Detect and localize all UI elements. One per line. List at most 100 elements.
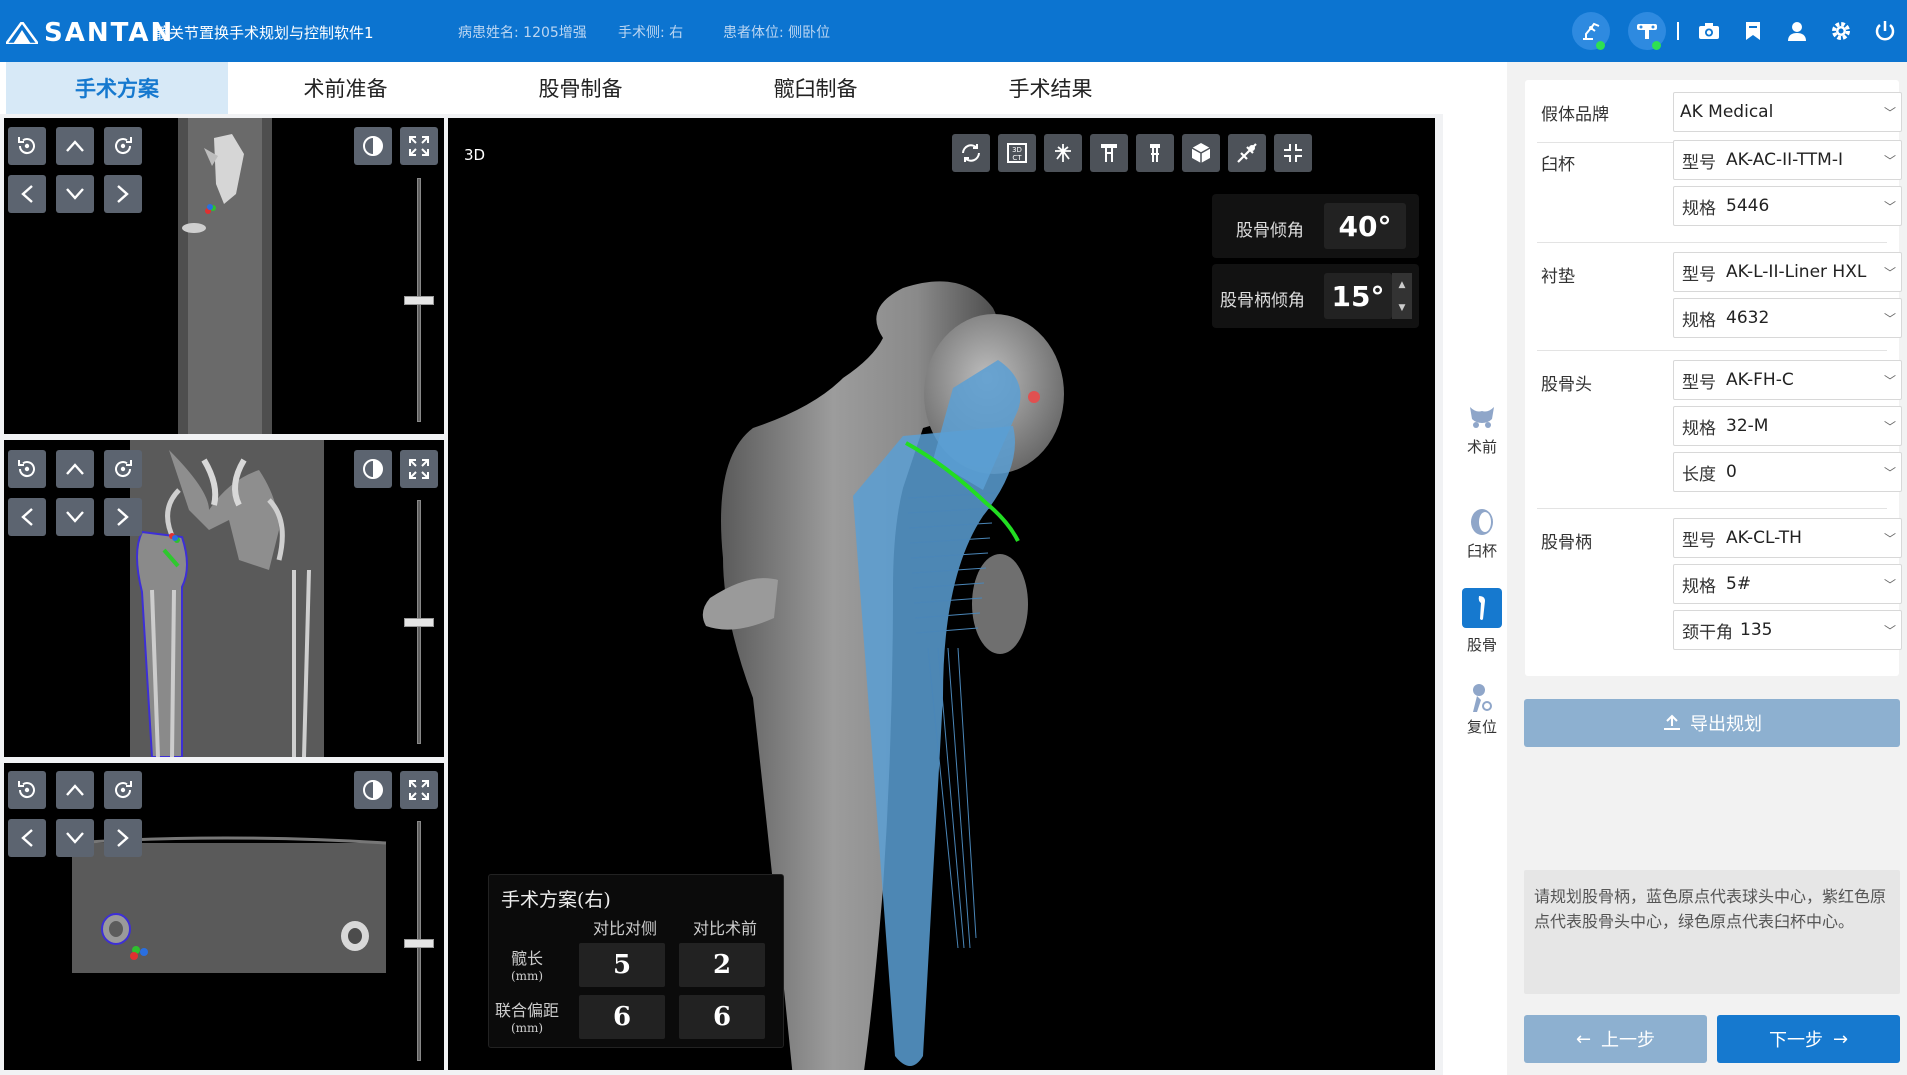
chevron-down-icon: ﹀: [1883, 419, 1896, 434]
sidebar-label-reduction: 复位: [1466, 718, 1497, 736]
rotate-right-icon[interactable]: [104, 771, 142, 809]
stem-tilt-stepper[interactable]: ▲ ▼: [1392, 273, 1412, 319]
implant-toggle-icon[interactable]: [1228, 134, 1266, 172]
svg-text:CT: CT: [1012, 154, 1022, 162]
maximize-icon[interactable]: [400, 771, 438, 809]
slice-slider-thumb[interactable]: [404, 618, 434, 627]
brand-logo: SANTAN: [6, 18, 174, 48]
power-icon[interactable]: [1863, 0, 1907, 62]
bookmark-icon[interactable]: [1731, 0, 1775, 62]
tab-surgical-plan[interactable]: 手术方案: [6, 62, 228, 114]
stem-model-select[interactable]: 型号 AK-CL-TH ﹀: [1673, 518, 1902, 558]
sidebar-item-preop[interactable]: 术前: [1457, 400, 1507, 457]
tab-surgery-result[interactable]: 手术结果: [933, 62, 1168, 114]
move-up-icon[interactable]: [56, 127, 94, 165]
3d-ct-icon[interactable]: 3D CT: [998, 134, 1036, 172]
lateral-view-icon[interactable]: [1136, 134, 1174, 172]
brand-select[interactable]: AK Medical ﹀: [1673, 92, 1902, 132]
chevron-down-icon: ﹀: [1883, 623, 1896, 638]
tab-preop-prep[interactable]: 术前准备: [228, 62, 463, 114]
tab-acetabulum-prep[interactable]: 髋臼制备: [698, 62, 933, 114]
move-up-icon[interactable]: [56, 771, 94, 809]
sidebar-item-femur[interactable]: 股骨: [1457, 588, 1507, 655]
gear-icon[interactable]: [1819, 0, 1863, 62]
sidebar-label-cup: 臼杯: [1466, 542, 1497, 560]
offset-contralateral: 6: [579, 995, 665, 1039]
anterior-view-icon[interactable]: [1090, 134, 1128, 172]
slice-slider-thumb[interactable]: [404, 939, 434, 948]
rotate-right-icon[interactable]: [104, 127, 142, 165]
maximize-icon[interactable]: [400, 450, 438, 488]
contrast-icon[interactable]: [354, 771, 392, 809]
pelvis-view-icon[interactable]: [1044, 134, 1082, 172]
femur-tilt-value: 40°: [1324, 203, 1406, 249]
user-icon[interactable]: [1775, 0, 1819, 62]
sidebar-label-preop: 术前: [1466, 438, 1497, 456]
col-preop: 对比术前: [693, 919, 758, 938]
rotate-left-icon[interactable]: [8, 450, 46, 488]
liner-model-select[interactable]: 型号 AK-L-II-Liner HXL ﹀: [1673, 252, 1902, 292]
move-right-icon[interactable]: [104, 819, 142, 857]
head-model-select[interactable]: 型号 AK-FH-C ﹀: [1673, 360, 1902, 400]
move-down-icon[interactable]: [56, 498, 94, 536]
robot-arm-icon[interactable]: [1569, 0, 1613, 62]
move-left-icon[interactable]: [8, 175, 46, 213]
plan-title: 手术方案(右): [501, 889, 611, 911]
coronal-view[interactable]: [4, 440, 444, 757]
chevron-down-icon: ﹀: [1883, 153, 1896, 168]
sidebar-item-cup[interactable]: 臼杯: [1457, 504, 1507, 561]
stem-tilt-label: 股骨柄倾角: [1220, 291, 1305, 311]
rotate-left-icon[interactable]: [8, 771, 46, 809]
rotate-left-icon[interactable]: [8, 127, 46, 165]
prosthesis-panel: 假体品牌 AK Medical ﹀ 臼杯 型号 AK-AC-II-TTM-I ﹀…: [1507, 62, 1907, 1075]
rotate-right-icon[interactable]: [104, 450, 142, 488]
sagittal-view[interactable]: [4, 118, 444, 434]
cup-label: 臼杯: [1541, 155, 1575, 175]
sidebar-item-reduction[interactable]: 复位: [1457, 680, 1507, 737]
move-down-icon[interactable]: [56, 819, 94, 857]
tracker-icon[interactable]: [1625, 0, 1669, 62]
move-left-icon[interactable]: [8, 819, 46, 857]
move-down-icon[interactable]: [56, 175, 94, 213]
tab-femur-prep[interactable]: 股骨制备: [463, 62, 698, 114]
femur-tilt-label: 股骨倾角: [1236, 221, 1304, 241]
reset-view-icon[interactable]: [952, 134, 990, 172]
minimize-icon[interactable]: [1274, 134, 1312, 172]
move-right-icon[interactable]: [104, 498, 142, 536]
chevron-down-icon: ﹀: [1883, 311, 1896, 326]
export-plan-button[interactable]: 导出规划: [1524, 699, 1900, 747]
liner-size-select[interactable]: 规格 4632 ﹀: [1673, 298, 1902, 338]
arrow-left-icon: ←: [1575, 1028, 1592, 1050]
head-size-select[interactable]: 规格 32-M ﹀: [1673, 406, 1902, 446]
divider: [1537, 242, 1887, 243]
move-right-icon[interactable]: [104, 175, 142, 213]
axial-view[interactable]: [4, 763, 444, 1070]
stem-tilt-value[interactable]: 15°: [1324, 273, 1392, 319]
surgical-plan-summary: 手术方案(右) 对比对侧 对比术前 髋长 (mm) 联合偏距 (mm) 5 2 6 …: [488, 874, 784, 1048]
move-left-icon[interactable]: [8, 498, 46, 536]
chevron-down-icon: ﹀: [1883, 105, 1896, 120]
contrast-icon[interactable]: [354, 450, 392, 488]
prosthesis-card: 假体品牌 AK Medical ﹀ 臼杯 型号 AK-AC-II-TTM-I ﹀…: [1525, 80, 1902, 676]
cup-model-select[interactable]: 型号 AK-AC-II-TTM-I ﹀: [1673, 140, 1902, 180]
neck-angle-select[interactable]: 颈干角 135 ﹀: [1673, 610, 1902, 650]
cube-view-icon[interactable]: [1182, 134, 1220, 172]
stem-size-select[interactable]: 规格 5# ﹀: [1673, 564, 1902, 604]
slice-slider-thumb[interactable]: [404, 296, 434, 305]
head-length-select[interactable]: 长度 0 ﹀: [1673, 452, 1902, 492]
prev-step-button[interactable]: ← 上一步: [1524, 1015, 1707, 1063]
move-up-icon[interactable]: [56, 450, 94, 488]
camera-icon[interactable]: [1687, 0, 1731, 62]
maximize-icon[interactable]: [400, 127, 438, 165]
sagittal-ct-image: [178, 118, 272, 434]
next-step-button[interactable]: 下一步 →: [1717, 1015, 1900, 1063]
chevron-down-icon: ﹀: [1883, 577, 1896, 592]
row-combined-offset: 联合偏距 (mm): [495, 1001, 560, 1035]
next-step-label: 下一步: [1768, 1030, 1823, 1051]
brand-label: 假体品牌: [1541, 105, 1609, 125]
stepper-down-icon[interactable]: ▼: [1399, 303, 1406, 313]
contrast-icon[interactable]: [354, 127, 392, 165]
stepper-up-icon[interactable]: ▲: [1399, 280, 1406, 290]
cup-size-select[interactable]: 规格 5446 ﹀: [1673, 186, 1902, 226]
chevron-down-icon: ﹀: [1883, 465, 1896, 480]
